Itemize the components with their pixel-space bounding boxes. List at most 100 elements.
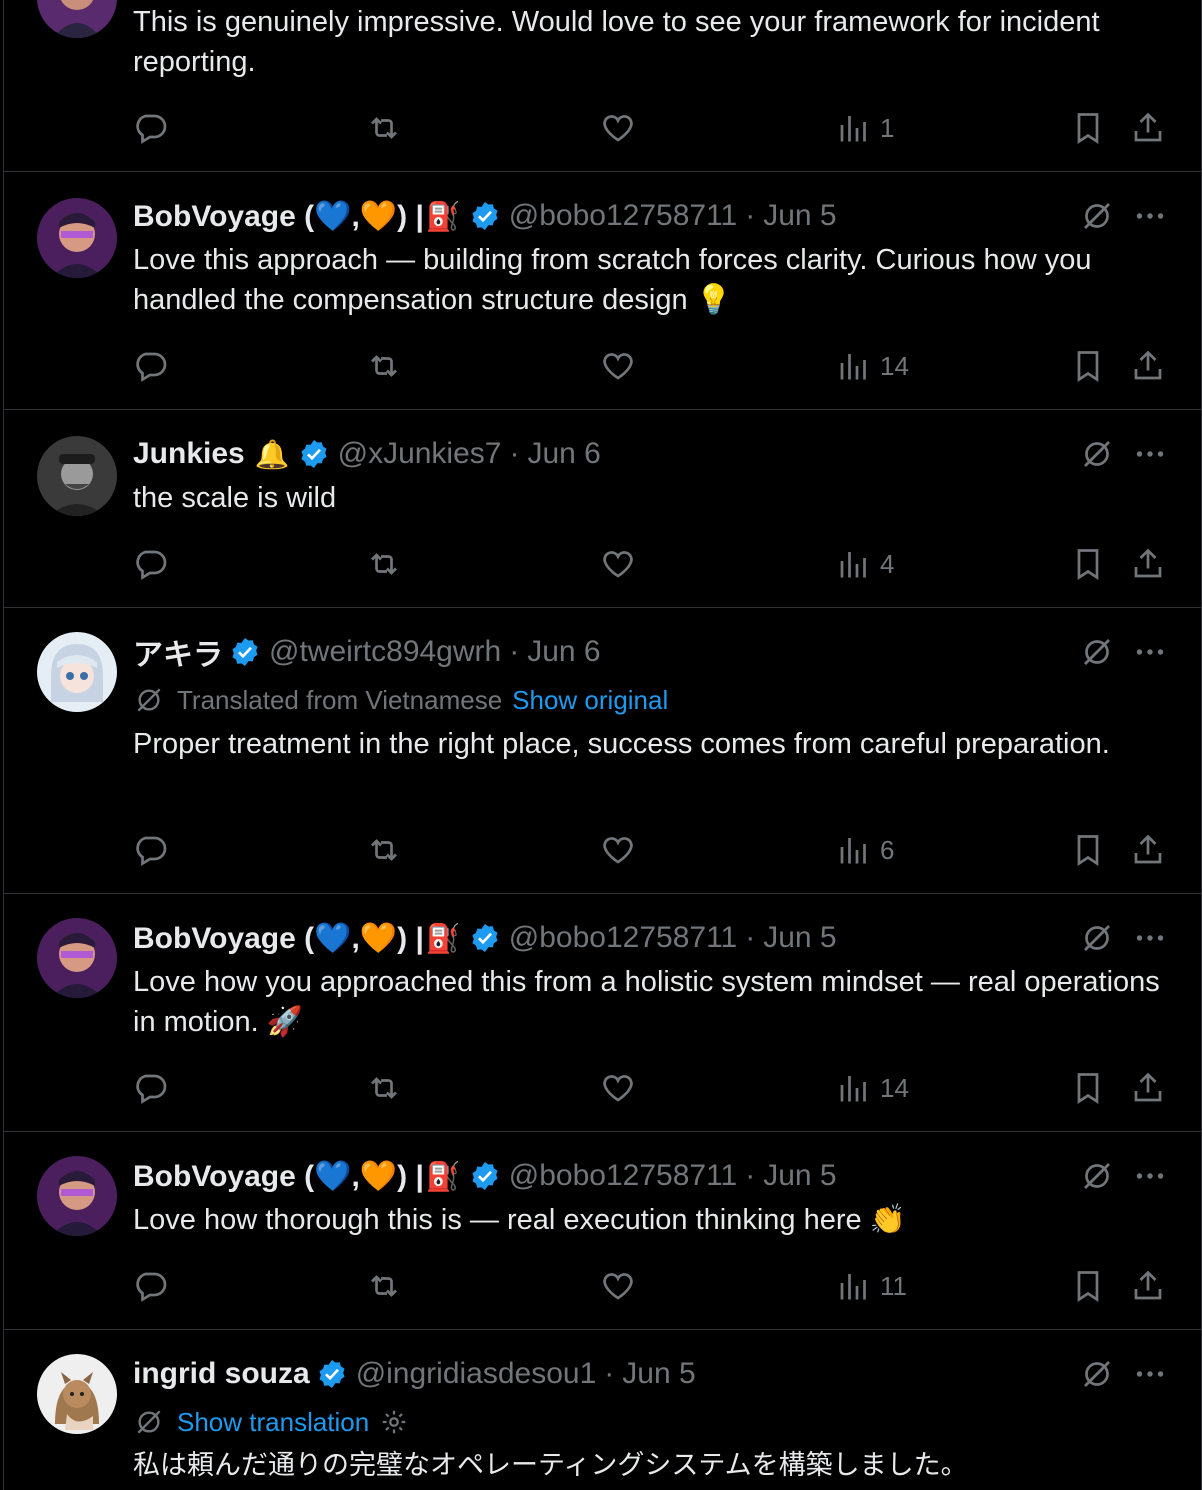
like-button[interactable]: [600, 830, 636, 870]
bookmark-button[interactable]: [1070, 108, 1106, 148]
share-button[interactable]: [1130, 1266, 1166, 1306]
post-text: Proper treatment in the right place, suc…: [133, 728, 1110, 760]
more-button[interactable]: [1132, 920, 1168, 956]
bookmark-button[interactable]: [1070, 544, 1106, 584]
views-count: 14: [880, 1072, 909, 1103]
reply-button[interactable]: [132, 830, 168, 870]
retweet-button[interactable]: [366, 108, 402, 148]
grok-button[interactable]: [1079, 436, 1115, 472]
action-bar: 4: [4, 544, 1201, 584]
post-date[interactable]: Jun 6: [527, 437, 600, 471]
reply-post[interactable]: BobVoyage (💙,🧡) | ⛽ @bobo12758711 · Jun …: [4, 894, 1201, 1132]
handle[interactable]: @bobo12758711: [509, 1159, 737, 1193]
bookmark-button[interactable]: [1070, 1266, 1106, 1306]
post-date[interactable]: Jun 5: [622, 1357, 695, 1391]
display-name[interactable]: アキラ: [133, 630, 223, 674]
like-button[interactable]: [600, 544, 636, 584]
more-button[interactable]: [1132, 1356, 1168, 1392]
grok-button[interactable]: [1079, 920, 1115, 956]
reply-button[interactable]: [132, 108, 168, 148]
grok-button[interactable]: [1079, 634, 1115, 670]
show-original-link[interactable]: Show original: [512, 685, 668, 716]
share-icon: [1130, 348, 1166, 384]
grok-icon: [1079, 1158, 1115, 1194]
display-name[interactable]: Junkies: [133, 437, 245, 471]
like-button[interactable]: [600, 1068, 636, 1108]
action-bar: 11: [4, 1266, 1201, 1306]
grok-button[interactable]: [1079, 1356, 1115, 1392]
reply-post[interactable]: This is genuinely impressive. Would love…: [4, 0, 1201, 172]
retweet-button[interactable]: [366, 1068, 402, 1108]
avatar[interactable]: [37, 1354, 117, 1434]
views-button[interactable]: 1: [836, 108, 894, 148]
share-button[interactable]: [1130, 1068, 1166, 1108]
handle[interactable]: @ingridiasdesou1: [356, 1357, 597, 1391]
more-button[interactable]: [1132, 634, 1168, 670]
views-button[interactable]: 6: [836, 830, 894, 870]
bookmark-button[interactable]: [1070, 1068, 1106, 1108]
retweet-button[interactable]: [366, 1266, 402, 1306]
post-header: BobVoyage (💙,🧡) | ⛽ @bobo12758711 · Jun …: [133, 196, 837, 236]
views-button[interactable]: 4: [836, 544, 894, 584]
like-button[interactable]: [600, 1266, 636, 1306]
reply-post[interactable]: BobVoyage (💙,🧡) | ⛽ @bobo12758711 · Jun …: [4, 1132, 1201, 1330]
reply-button[interactable]: [132, 346, 168, 386]
more-button[interactable]: [1132, 198, 1168, 234]
display-name[interactable]: BobVoyage (💙,🧡) |: [133, 199, 424, 234]
reply-post[interactable]: アキラ @tweirtc894gwrh · Jun 6 Translated f…: [4, 608, 1201, 894]
share-button[interactable]: [1130, 108, 1166, 148]
avatar[interactable]: [37, 1156, 117, 1236]
reply-button[interactable]: [132, 544, 168, 584]
bookmark-button[interactable]: [1070, 346, 1106, 386]
retweet-icon: [366, 546, 402, 582]
post-date[interactable]: Jun 5: [763, 921, 836, 955]
share-button[interactable]: [1130, 830, 1166, 870]
post-date[interactable]: Jun 6: [527, 635, 600, 669]
display-name[interactable]: ingrid souza: [133, 1357, 310, 1391]
reply-button[interactable]: [132, 1068, 168, 1108]
handle[interactable]: @xJunkies7: [338, 437, 502, 471]
share-button[interactable]: [1130, 346, 1166, 386]
handle[interactable]: @bobo12758711: [509, 199, 737, 233]
views-icon: [836, 832, 872, 868]
retweet-button[interactable]: [366, 544, 402, 584]
bookmark-button[interactable]: [1070, 830, 1106, 870]
views-button[interactable]: 14: [836, 346, 909, 386]
post-text: This is genuinely impressive. Would love…: [133, 6, 1100, 78]
like-button[interactable]: [600, 346, 636, 386]
display-name[interactable]: BobVoyage (💙,🧡) |: [133, 921, 424, 956]
views-button[interactable]: 14: [836, 1068, 909, 1108]
separator: ·: [604, 1357, 615, 1390]
avatar[interactable]: [37, 0, 117, 38]
reply-post[interactable]: BobVoyage (💙,🧡) | ⛽ @bobo12758711 · Jun …: [4, 172, 1201, 410]
share-button[interactable]: [1130, 544, 1166, 584]
retweet-button[interactable]: [366, 346, 402, 386]
avatar[interactable]: [37, 632, 117, 712]
reply-post[interactable]: Junkies 🔔 @xJunkies7 · Jun 6 the scale i…: [4, 410, 1201, 608]
grok-icon: [1079, 920, 1115, 956]
gear-icon[interactable]: [379, 1407, 409, 1437]
reply-button[interactable]: [132, 1266, 168, 1306]
more-button[interactable]: [1132, 1158, 1168, 1194]
post-date[interactable]: Jun 5: [763, 1159, 836, 1193]
more-icon: [1132, 634, 1168, 670]
display-name[interactable]: BobVoyage (💙,🧡) |: [133, 1159, 424, 1194]
more-icon: [1132, 1356, 1168, 1392]
handle[interactable]: @bobo12758711: [509, 921, 737, 955]
avatar[interactable]: [37, 918, 117, 998]
retweet-button[interactable]: [366, 830, 402, 870]
views-count: 4: [880, 548, 895, 579]
handle[interactable]: @tweirtc894gwrh: [269, 635, 501, 669]
avatar[interactable]: [37, 436, 117, 516]
grok-button[interactable]: [1079, 1158, 1115, 1194]
post-date[interactable]: Jun 5: [763, 199, 836, 233]
grok-button[interactable]: [1079, 198, 1115, 234]
like-button[interactable]: [600, 108, 636, 148]
views-count: 11: [880, 1270, 907, 1301]
bookmark-icon: [1070, 546, 1106, 582]
more-button[interactable]: [1132, 436, 1168, 472]
avatar[interactable]: [37, 198, 117, 278]
views-button[interactable]: 11: [836, 1266, 907, 1306]
show-translation-link[interactable]: Show translation: [177, 1407, 369, 1438]
reply-post[interactable]: ingrid souza @ingridiasdesou1 · Jun 5 Sh…: [4, 1330, 1201, 1490]
